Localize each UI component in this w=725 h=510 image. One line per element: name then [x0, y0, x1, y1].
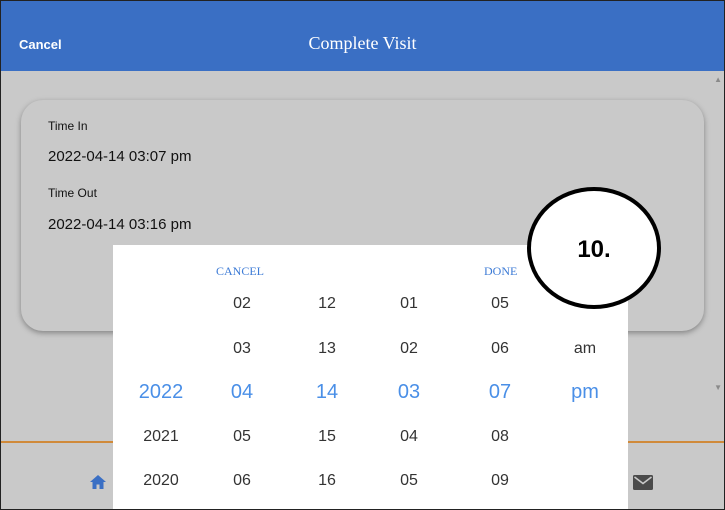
month-option[interactable]: 03 [207, 340, 277, 358]
hour-selected[interactable]: 03 [374, 381, 444, 404]
minute-option[interactable]: 08 [465, 428, 535, 446]
time-out-label: Time Out [48, 186, 97, 200]
day-option[interactable]: 15 [292, 428, 362, 446]
picker-cancel-button[interactable]: CANCEL [216, 264, 264, 279]
month-option[interactable]: 02 [207, 295, 277, 313]
year-option[interactable]: 2021 [126, 428, 196, 446]
picker-done-button[interactable]: DONE [484, 264, 517, 279]
ampm-option[interactable]: am [550, 340, 620, 358]
year-option[interactable]: 2020 [126, 472, 196, 490]
hour-option[interactable]: 05 [374, 472, 444, 490]
page-title: Complete Visit [308, 33, 417, 53]
day-option[interactable]: 12 [292, 295, 362, 313]
step-number: 10. [577, 236, 611, 263]
minute-option[interactable]: 06 [465, 340, 535, 358]
header-bar: Cancel Complete Visit [1, 1, 724, 71]
year-selected[interactable]: 2022 [126, 381, 196, 404]
minute-selected[interactable]: 07 [465, 381, 535, 404]
month-option[interactable]: 05 [207, 428, 277, 446]
ampm-selected[interactable]: pm [550, 381, 620, 404]
minute-option[interactable]: 05 [465, 295, 535, 313]
home-icon[interactable] [89, 474, 107, 490]
scroll-down-icon[interactable]: ▼ [714, 383, 722, 392]
month-option[interactable]: 06 [207, 472, 277, 490]
step-callout: 10. [527, 187, 661, 309]
day-selected[interactable]: 14 [292, 381, 362, 404]
app-frame: Cancel Complete Visit ▲ ▼ Time In 2022-0… [0, 0, 725, 510]
mail-icon[interactable] [633, 475, 653, 490]
month-selected[interactable]: 04 [207, 381, 277, 404]
time-in-label: Time In [48, 119, 88, 133]
day-option[interactable]: 13 [292, 340, 362, 358]
minute-option[interactable]: 09 [465, 472, 535, 490]
hour-option[interactable]: 01 [374, 295, 444, 313]
hour-option[interactable]: 04 [374, 428, 444, 446]
time-in-value[interactable]: 2022-04-14 03:07 pm [48, 148, 191, 165]
time-out-value[interactable]: 2022-04-14 03:16 pm [48, 216, 191, 233]
hour-option[interactable]: 02 [374, 340, 444, 358]
scroll-up-icon[interactable]: ▲ [714, 75, 722, 84]
day-option[interactable]: 16 [292, 472, 362, 490]
